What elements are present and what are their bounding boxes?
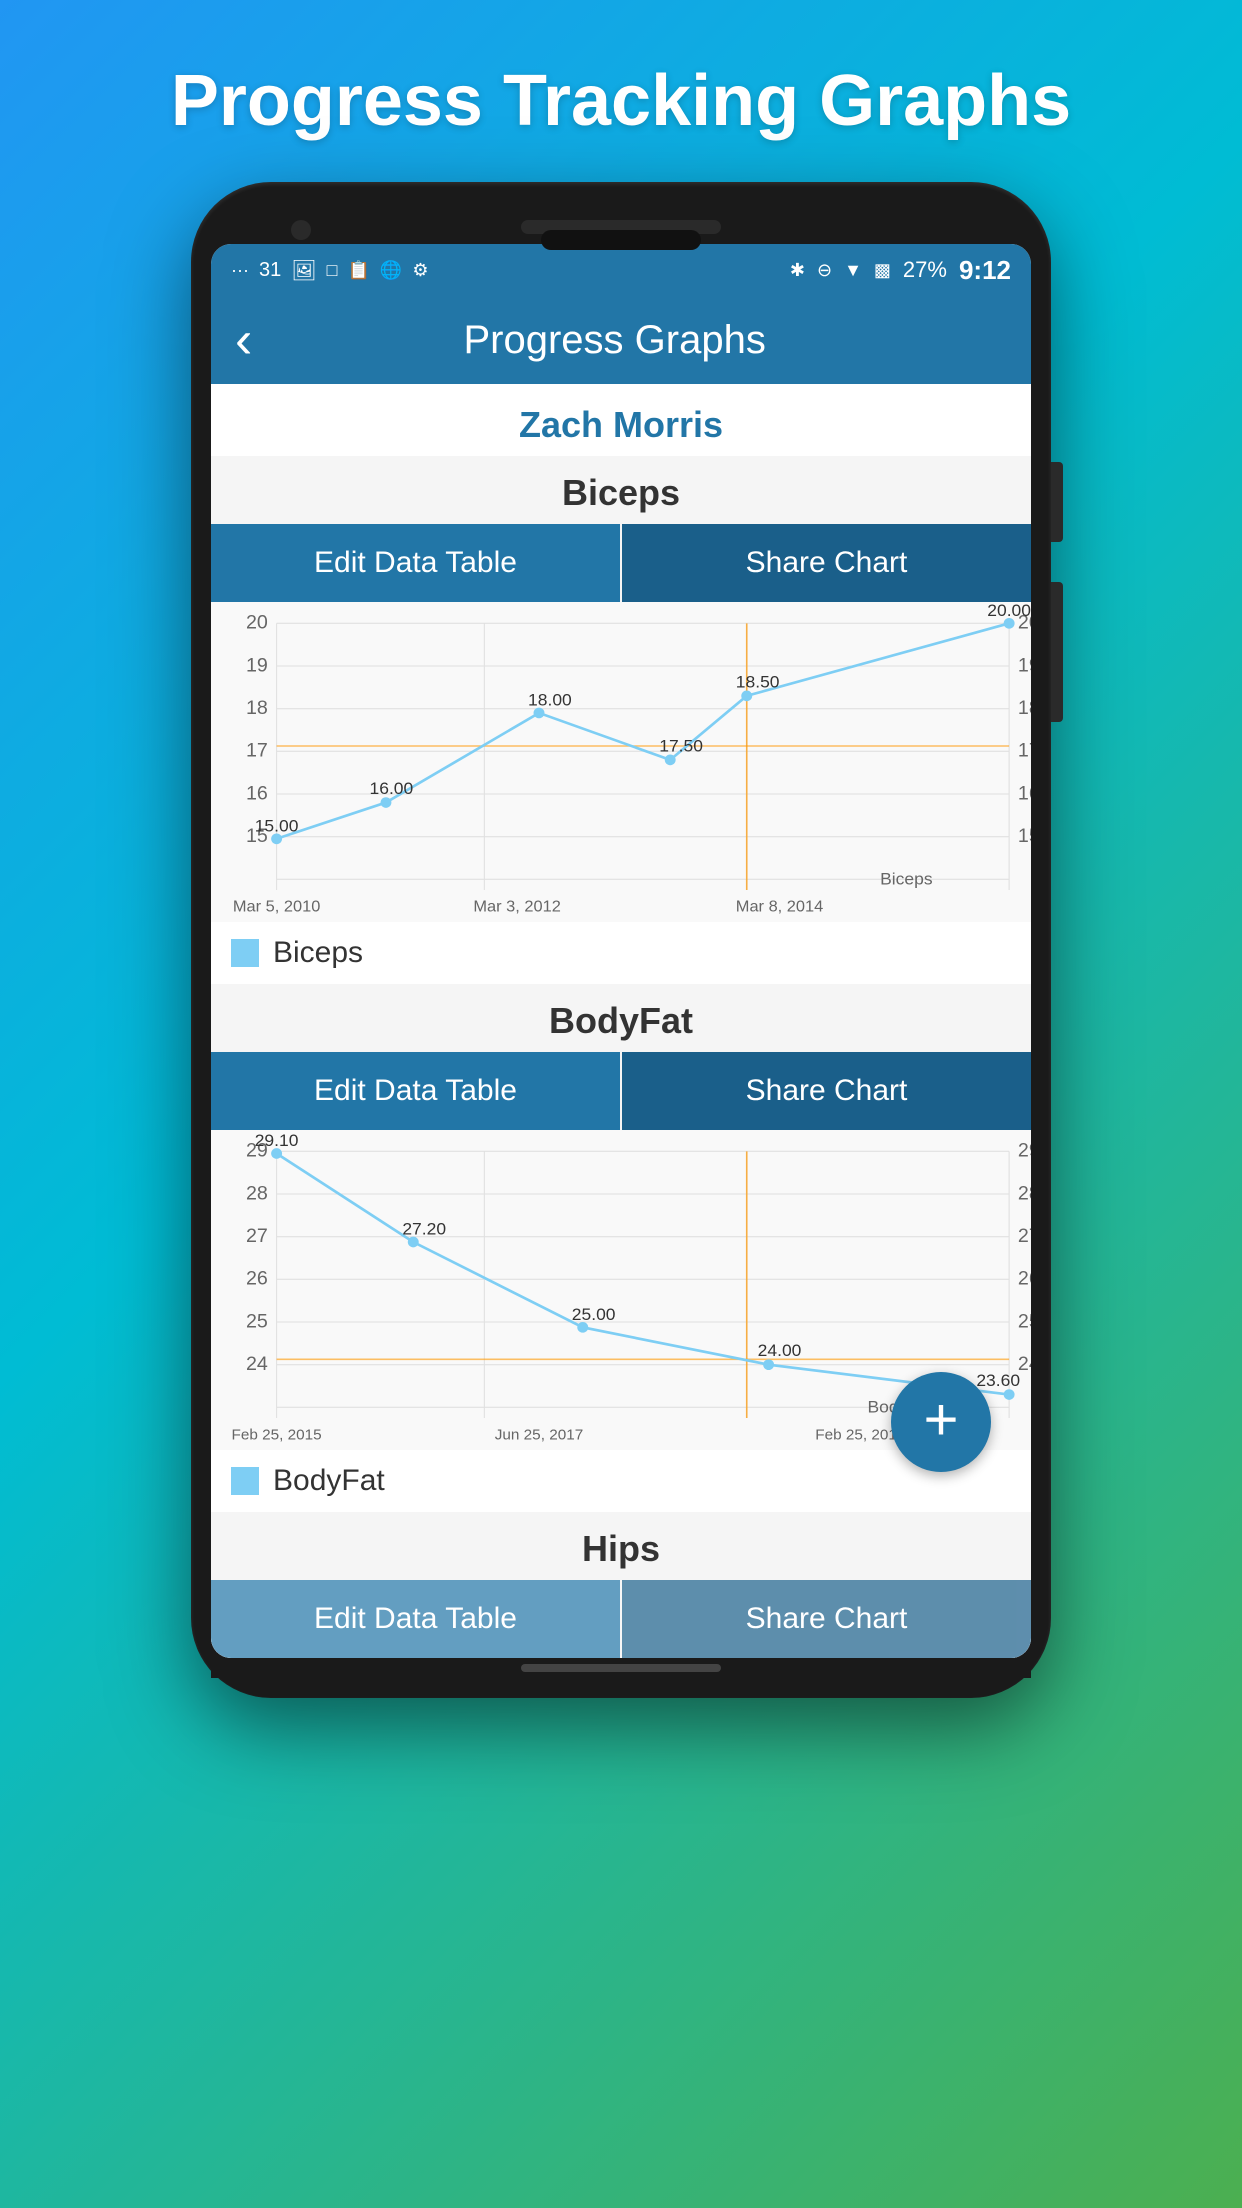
status-right-icons: ✱ ⊖ ▼ ▩ 27% 9:12	[790, 255, 1011, 286]
biceps-chart-area: 20 19 18 17 16 15 20 19 18 17 16	[211, 602, 1031, 922]
status-icon-settings: ⚙	[412, 260, 428, 281]
bodyfat-legend: BodyFat +	[211, 1450, 1031, 1512]
svg-text:26: 26	[1018, 1268, 1031, 1290]
fab-button[interactable]: +	[891, 1372, 991, 1472]
svg-text:27: 27	[1018, 1225, 1031, 1247]
svg-text:19: 19	[1018, 655, 1031, 677]
bodyfat-title: BodyFat	[211, 984, 1031, 1052]
svg-text:18: 18	[246, 697, 268, 719]
phone-side-btn	[1051, 462, 1063, 542]
bodyfat-edit-btn[interactable]: Edit Data Table	[211, 1052, 620, 1130]
bodyfat-legend-color	[231, 1467, 259, 1495]
svg-text:15: 15	[1018, 825, 1031, 847]
svg-text:16.00: 16.00	[370, 778, 414, 798]
svg-text:Mar 8, 2014: Mar 8, 2014	[736, 898, 823, 916]
hips-edit-btn[interactable]: Edit Data Table	[211, 1580, 620, 1658]
svg-text:29.10: 29.10	[255, 1130, 299, 1150]
biceps-buttons: Edit Data Table Share Chart	[211, 524, 1031, 602]
svg-text:27.20: 27.20	[402, 1219, 446, 1239]
hips-buttons: Edit Data Table Share Chart	[211, 1580, 1031, 1658]
svg-text:18.50: 18.50	[736, 672, 780, 692]
sim-icon: ▩	[874, 260, 891, 281]
svg-text:Feb 25, 201: Feb 25, 201	[815, 1426, 897, 1443]
status-icon-photo: 🖼	[291, 258, 316, 283]
status-icon-calendar: 31	[259, 259, 281, 282]
page-title-text: Progress Tracking Graphs	[131, 0, 1111, 182]
bodyfat-share-btn[interactable]: Share Chart	[622, 1052, 1031, 1130]
status-bar: ··· 31 🖼 □ 📋 🌐 ⚙ ✱ ⊖ ▼ ▩ 27% 9:12	[211, 244, 1031, 296]
phone-camera	[291, 220, 311, 240]
svg-text:28: 28	[246, 1183, 268, 1205]
status-left-icons: ··· 31 🖼 □ 📋 🌐 ⚙	[231, 258, 428, 283]
svg-text:25: 25	[246, 1311, 268, 1333]
svg-text:17: 17	[1018, 740, 1031, 762]
biceps-edit-btn[interactable]: Edit Data Table	[211, 524, 620, 602]
phone-side-btn2	[1051, 582, 1063, 722]
bodyfat-buttons: Edit Data Table Share Chart	[211, 1052, 1031, 1130]
svg-text:19: 19	[246, 655, 268, 677]
svg-text:27: 27	[246, 1225, 268, 1247]
status-icon-globe: 🌐	[380, 260, 402, 281]
app-bar-title: Progress Graphs	[272, 318, 1007, 363]
svg-text:16: 16	[1018, 783, 1031, 805]
bluetooth-icon: ✱	[790, 260, 805, 281]
svg-text:20.00: 20.00	[987, 602, 1031, 620]
svg-text:26: 26	[246, 1268, 268, 1290]
svg-text:18: 18	[1018, 697, 1031, 719]
status-icon-square: □	[327, 260, 338, 281]
svg-text:16: 16	[246, 783, 268, 805]
fab-plus-icon: +	[923, 1390, 958, 1450]
app-bar: ‹ Progress Graphs	[211, 296, 1031, 384]
svg-text:Feb 25, 2015: Feb 25, 2015	[232, 1426, 322, 1443]
hips-section: Hips Edit Data Table Share Chart	[211, 1512, 1031, 1658]
svg-text:23.60: 23.60	[976, 1370, 1020, 1390]
biceps-share-btn[interactable]: Share Chart	[622, 524, 1031, 602]
phone-wrapper: ··· 31 🖼 □ 📋 🌐 ⚙ ✱ ⊖ ▼ ▩ 27% 9:12	[191, 182, 1051, 1698]
hips-share-btn[interactable]: Share Chart	[622, 1580, 1031, 1658]
screen-content: Zach Morris Biceps Edit Data Table Share…	[211, 384, 1031, 1658]
status-time: 9:12	[959, 255, 1011, 286]
svg-text:17: 17	[246, 740, 268, 762]
svg-text:Jun 25, 2017: Jun 25, 2017	[495, 1426, 583, 1443]
phone-earpiece	[541, 230, 701, 250]
phone-top	[211, 202, 1031, 244]
phone-screen: ··· 31 🖼 □ 📋 🌐 ⚙ ✱ ⊖ ▼ ▩ 27% 9:12	[211, 244, 1031, 1658]
svg-text:15.00: 15.00	[255, 816, 299, 836]
svg-text:Mar 5, 2010: Mar 5, 2010	[233, 898, 320, 916]
biceps-legend-label: Biceps	[273, 936, 363, 970]
svg-text:28: 28	[1018, 1183, 1031, 1205]
biceps-title: Biceps	[211, 456, 1031, 524]
svg-text:24.00: 24.00	[758, 1340, 802, 1360]
biceps-section: Biceps Edit Data Table Share Chart	[211, 456, 1031, 984]
svg-text:25: 25	[1018, 1311, 1031, 1333]
bodyfat-legend-label: BodyFat	[273, 1464, 385, 1498]
status-icon-clipboard: 📋	[348, 260, 370, 281]
status-icon-apps: ···	[231, 260, 249, 281]
svg-text:20: 20	[246, 612, 268, 634]
bodyfat-section: BodyFat Edit Data Table Share Chart	[211, 984, 1031, 1512]
hips-title: Hips	[211, 1512, 1031, 1580]
biceps-legend-color	[231, 939, 259, 967]
svg-text:25.00: 25.00	[572, 1304, 616, 1324]
phone-bottom-bar	[211, 1658, 1031, 1678]
home-indicator	[521, 1664, 721, 1672]
svg-text:24: 24	[246, 1353, 268, 1375]
svg-text:Mar 3, 2012: Mar 3, 2012	[473, 898, 560, 916]
phone-frame: ··· 31 🖼 □ 📋 🌐 ⚙ ✱ ⊖ ▼ ▩ 27% 9:12	[191, 182, 1051, 1698]
biceps-chart-svg: 20 19 18 17 16 15 20 19 18 17 16	[211, 602, 1031, 922]
wifi-icon: ▼	[844, 260, 862, 281]
back-button[interactable]: ‹	[235, 314, 252, 366]
svg-text:29: 29	[1018, 1140, 1031, 1162]
svg-text:Biceps: Biceps	[880, 869, 933, 889]
svg-text:17.50: 17.50	[659, 736, 703, 756]
svg-text:18.00: 18.00	[528, 690, 572, 710]
biceps-legend: Biceps	[211, 922, 1031, 984]
user-name: Zach Morris	[211, 384, 1031, 456]
mute-icon: ⊖	[817, 260, 832, 281]
battery-pct: 27%	[903, 257, 947, 283]
